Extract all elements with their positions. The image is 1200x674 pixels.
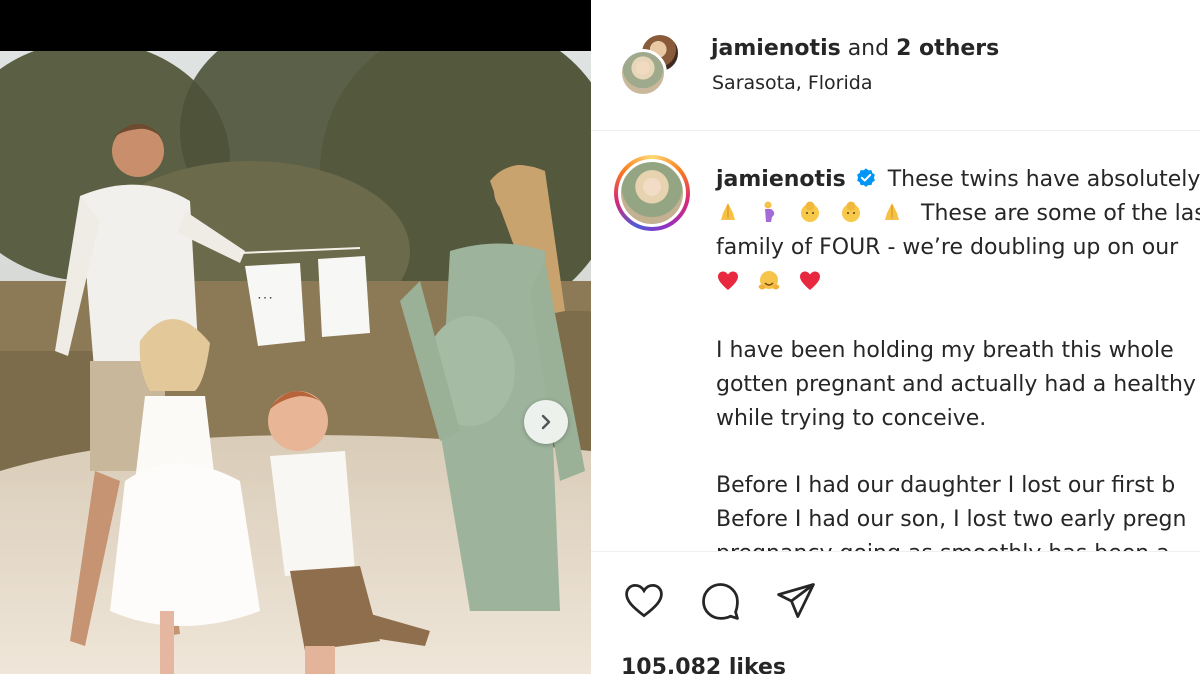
others-link[interactable]: 2 others [896,36,999,61]
like-button[interactable] [621,578,667,624]
owner-avatar[interactable] [619,49,667,97]
caption-line-7: while trying to conceive. [716,406,987,431]
heart-outline-icon [625,584,663,618]
caption-line-1: jamienotis These twins have absolutely [716,165,1200,195]
red-heart-icon [800,271,820,290]
location-link[interactable]: Sarasota, Florida [712,72,872,94]
caption-area: jamienotis These twins have absolutely T… [591,131,1200,551]
post-actions [621,578,819,624]
svg-text:ꞏ ꞏ ꞏ: ꞏ ꞏ ꞏ [258,294,272,304]
caption-emoji-line [716,268,832,298]
caption-line-10: pregnancy going as smoothly has been a [716,539,1170,551]
verified-badge-icon [856,168,875,187]
like-count[interactable]: 105,082 likes [621,655,786,674]
collab-avatars[interactable] [619,33,689,99]
praying-hands-icon [721,203,735,220]
caption-avatar-story-ring[interactable] [614,155,690,231]
pregnant-person-icon [764,201,775,222]
baby-icon [801,201,819,222]
caption-avatar[interactable] [618,159,686,227]
caption-line-2: These are some of the last [716,199,1200,229]
caption-text: These twins have absolutely [887,167,1200,192]
comment-button[interactable] [697,578,743,624]
caption-line-5: I have been holding my breath this whole [716,338,1174,363]
actions-divider [591,551,1200,552]
share-button[interactable] [773,578,819,624]
family-beach-photo: ꞏ ꞏ ꞏ [0,51,591,674]
praying-hands-icon [885,203,899,220]
caption-username[interactable]: jamienotis [716,167,846,192]
red-heart-icon [718,271,738,290]
caption-line-6: gotten pregnant and actually had a healt… [716,372,1196,397]
post-media-panel: ꞏ ꞏ ꞏ [0,0,591,674]
owner-username[interactable]: jamienotis [711,36,841,61]
post-sidebar: jamienotis and 2 others Sarasota, Florid… [591,0,1200,674]
caption-line-8: Before I had our daughter I lost our fir… [716,473,1176,498]
post-owners: jamienotis and 2 others [711,36,999,61]
caption-text: These are some of the last [921,201,1200,226]
baby-icon [842,201,860,222]
caption-line-3: family of FOUR - we’re doubling up on ou… [716,235,1179,260]
hugging-face-icon [758,271,780,290]
next-photo-button[interactable] [524,400,568,444]
comment-bubble-icon [702,583,739,620]
caption-line-9: Before I had our son, I lost two early p… [716,507,1187,532]
paper-plane-icon [777,583,815,618]
post-photo[interactable]: ꞏ ꞏ ꞏ [0,51,591,674]
post-header: jamienotis and 2 others Sarasota, Florid… [591,0,1200,131]
chevron-right-icon [541,414,551,430]
and-text: and [847,36,890,61]
